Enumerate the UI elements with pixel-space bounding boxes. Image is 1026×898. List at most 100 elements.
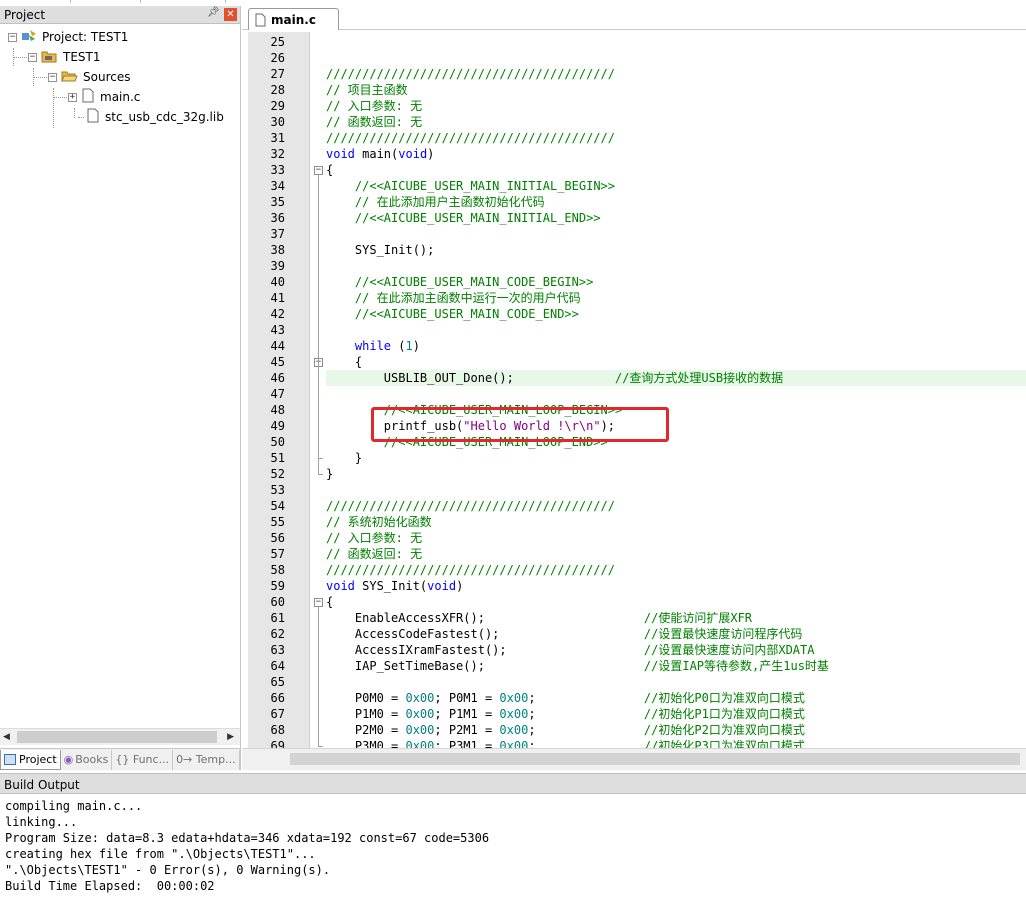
code-line[interactable]: { — [326, 162, 333, 178]
line-number: 68 — [270, 723, 285, 737]
code-line[interactable]: P3M0 = 0x00; P3M1 = 0x00; //初始化P3口为准双向口模… — [326, 738, 805, 748]
books-icon: ◉ — [63, 753, 74, 766]
tab-main-c[interactable]: main.c — [248, 8, 339, 30]
code-line[interactable]: P2M0 = 0x00; P2M1 = 0x00; //初始化P2口为准双向口模… — [326, 722, 805, 738]
line-number: 32 — [270, 147, 285, 161]
project-panel: Project 📌︎ ✕ − Project: TEST1 − TEST1 − … — [0, 6, 241, 770]
code-line[interactable]: { — [326, 594, 333, 610]
project-horizontal-scrollbar[interactable]: ◀ ▶ — [0, 728, 240, 745]
file-icon — [255, 13, 266, 26]
line-number: 66 — [270, 691, 285, 705]
build-output-title: Build Output — [0, 774, 1026, 794]
code-line[interactable]: P0M0 = 0x00; P0M1 = 0x00; //初始化P0口为准双向口模… — [326, 690, 805, 706]
editor-pane: main.c 25 26 27 ///////////////////////////… — [242, 0, 1026, 770]
line-number: 27 — [270, 67, 285, 81]
fold-toggle-icon[interactable]: − — [314, 166, 323, 175]
editor-tab-label: main.c — [271, 12, 316, 27]
fold-guide-end — [318, 474, 323, 475]
code-line[interactable]: void main(void) — [326, 146, 434, 162]
code-area[interactable]: 25 26 27 //////////////////////////////////… — [242, 32, 1026, 748]
code-line[interactable]: // 在此添加用户主函数初始化代码 — [326, 194, 545, 210]
line-number: 37 — [270, 227, 285, 241]
code-line[interactable]: } — [326, 466, 333, 482]
code-line[interactable]: USBLIB_OUT_Done(); //查询方式处理USB接收的数据 — [326, 370, 783, 386]
collapse-icon[interactable]: − — [8, 32, 17, 42]
line-number: 43 — [270, 323, 285, 337]
tree-node-main-c[interactable]: + main.c — [68, 88, 140, 106]
target-label: TEST1 — [63, 50, 101, 64]
line-number: 56 — [270, 531, 285, 545]
project-panel-header: Project 📌︎ ✕ — [0, 6, 240, 24]
line-number: 25 — [270, 35, 285, 49]
collapse-icon[interactable]: − — [48, 72, 57, 82]
collapse-icon[interactable]: − — [28, 52, 37, 62]
tree-node-target[interactable]: − TEST1 — [28, 48, 101, 66]
pin-icon[interactable]: 📌︎ — [207, 7, 220, 18]
code-line[interactable]: //////////////////////////////////////// — [326, 66, 615, 82]
line-number: 64 — [270, 659, 285, 673]
project-panel-tabs: Project ◉ Books {} Func... 0→ Temp... — [0, 748, 240, 770]
code-line[interactable]: AccessIXramFastest(); //设置最快速度访问内部XDATA — [326, 642, 815, 658]
code-line[interactable]: while (1) — [326, 338, 420, 354]
line-number: 48 — [270, 403, 285, 417]
code-line[interactable]: } — [326, 450, 362, 466]
code-line[interactable]: //<<AICUBE_USER_MAIN_INITIAL_BEGIN>> — [326, 178, 615, 194]
code-line[interactable]: void SYS_Init(void) — [326, 578, 463, 594]
scroll-thumb[interactable] — [290, 753, 1020, 765]
tab-project[interactable]: Project — [0, 749, 61, 770]
line-number: 41 — [270, 291, 285, 305]
project-panel-title: Project — [4, 8, 46, 22]
build-output-line: linking... — [5, 815, 78, 829]
project-icon — [21, 29, 37, 46]
close-icon[interactable]: ✕ — [224, 8, 237, 21]
tab-templates[interactable]: 0→ Temp... — [173, 749, 240, 770]
code-line[interactable]: //////////////////////////////////////// — [326, 130, 615, 146]
code-line[interactable]: EnableAccessXFR(); //使能访问扩展XFR — [326, 610, 752, 626]
line-number: 31 — [270, 131, 285, 145]
line-number: 57 — [270, 547, 285, 561]
line-number: 28 — [270, 83, 285, 97]
expand-icon[interactable]: + — [68, 92, 77, 102]
code-line[interactable]: SYS_Init(); — [326, 242, 434, 258]
target-folder-icon — [41, 49, 58, 66]
line-number: 49 — [270, 419, 285, 433]
line-number: 33 — [270, 163, 285, 177]
fold-guide-end — [318, 458, 323, 459]
line-number: 54 — [270, 499, 285, 513]
tab-books[interactable]: ◉ Books — [61, 749, 113, 770]
tab-functions[interactable]: {} Func... — [112, 749, 174, 770]
tree-node-lib[interactable]: stc_usb_cdc_32g.lib — [86, 108, 224, 126]
code-line[interactable]: //////////////////////////////////////// — [326, 562, 615, 578]
scroll-right-icon[interactable]: ▶ — [227, 732, 234, 742]
code-line[interactable]: // 在此添加主函数中运行一次的用户代码 — [326, 290, 581, 306]
code-line[interactable]: //////////////////////////////////////// — [326, 498, 615, 514]
code-line[interactable]: P1M0 = 0x00; P1M1 = 0x00; //初始化P1口为准双向口模… — [326, 706, 805, 722]
line-number: 62 — [270, 627, 285, 641]
line-number: 36 — [270, 211, 285, 225]
code-line[interactable]: // 函数返回: 无 — [326, 114, 422, 130]
code-line[interactable]: { — [326, 354, 362, 370]
code-line[interactable]: AccessCodeFastest(); //设置最快速度访问程序代码 — [326, 626, 802, 642]
line-number: 44 — [270, 339, 285, 353]
tab-books-label: Books — [75, 753, 109, 766]
line-number: 46 — [270, 371, 285, 385]
code-line[interactable]: // 项目主函数 — [326, 82, 408, 98]
tree-node-project[interactable]: − Project: TEST1 — [8, 28, 128, 46]
line-number: 65 — [270, 675, 285, 689]
editor-horizontal-scrollbar[interactable] — [242, 748, 1026, 770]
line-number: 26 — [270, 51, 285, 65]
tree-node-sources[interactable]: − Sources — [48, 68, 130, 86]
code-line[interactable]: IAP_SetTimeBase(); //设置IAP等待参数,产生1us时基 — [326, 658, 829, 674]
code-line[interactable]: // 函数返回: 无 — [326, 546, 422, 562]
fold-toggle-icon[interactable]: − — [314, 598, 323, 607]
code-line[interactable]: // 入口参数: 无 — [326, 98, 422, 114]
scroll-thumb[interactable] — [17, 731, 217, 743]
line-number: 40 — [270, 275, 285, 289]
build-output-line: Build Time Elapsed: 00:00:02 — [5, 879, 215, 893]
code-line[interactable]: // 系统初始化函数 — [326, 514, 432, 530]
scroll-left-icon[interactable]: ◀ — [3, 732, 10, 742]
code-line[interactable]: //<<AICUBE_USER_MAIN_CODE_BEGIN>> — [326, 274, 593, 290]
code-line[interactable]: // 入口参数: 无 — [326, 530, 422, 546]
code-line[interactable]: //<<AICUBE_USER_MAIN_CODE_END>> — [326, 306, 579, 322]
code-line[interactable]: //<<AICUBE_USER_MAIN_INITIAL_END>> — [326, 210, 601, 226]
